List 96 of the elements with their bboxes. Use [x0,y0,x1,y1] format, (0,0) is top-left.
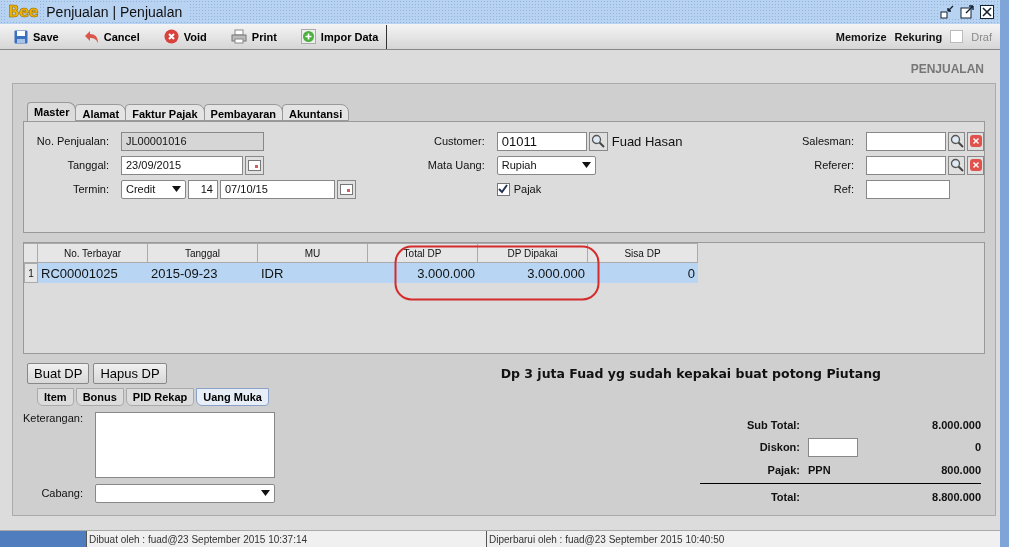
draft-label: Draf [971,30,992,43]
annotation-note: Dp 3 juta Fuad yg sudah kepakai buat potong Piutang [500,366,881,381]
column-header: DP Dipakai [478,243,588,263]
tab[interactable]: Akuntansi [282,104,350,121]
restore-window-icon[interactable] [940,5,954,19]
field-label: Tanggal: [66,159,110,171]
column-header: No. Terbayar [38,243,148,263]
table-cell: IDR [258,263,368,283]
total-value: 0 [973,441,981,454]
field-label: Keterangan: [23,412,84,424]
total-label: Diskon: [758,441,800,454]
toolbar-button[interactable]: Void [157,25,213,48]
field-label: No. Penjualan: [35,135,110,147]
date-field[interactable]: 23/09/2015 [121,155,243,175]
tax-code: PPN [808,464,832,476]
currency-dropdown[interactable]: Rupiah [496,155,596,175]
table-cell: RC00001025 [38,263,148,283]
calendar-icon [248,159,261,171]
notes-field[interactable] [95,412,275,478]
column-header: Tanggal [148,243,258,263]
total-label: Total: [769,491,800,504]
search-icon [591,134,606,148]
total-value: 8.000.000 [931,418,981,431]
search-icon [949,134,964,148]
clear-button[interactable] [967,155,984,175]
search-button[interactable] [948,131,966,151]
search-icon [949,158,964,172]
tab[interactable]: Uang Muka [196,388,269,406]
field-label: Salesman: [801,135,855,147]
tab[interactable]: Faktur Pajak [125,104,205,121]
tab[interactable]: Item [37,388,74,406]
customer-code-field[interactable]: 01011 [496,131,587,151]
cancel-circle-icon [163,29,179,44]
days-field[interactable]: 14 [188,179,218,199]
close-icon[interactable] [980,5,994,19]
total-label: Sub Total: [746,418,800,431]
toolbar-button[interactable]: Print [224,25,283,48]
clear-button[interactable] [967,131,984,151]
ref-field[interactable] [866,179,950,199]
window-title: Penjualan | Penjualan [46,4,191,20]
clear-icon [968,134,983,148]
dp-button[interactable]: Buat DP [27,363,90,384]
customer-name: Fuad Hasan [611,133,683,149]
toolbar-button[interactable]: Save [8,25,65,48]
salesman-field[interactable] [866,131,947,151]
app-logo: Bee [6,3,41,21]
discount-field[interactable] [808,437,858,457]
due-date-field[interactable]: 07/10/15 [220,179,335,199]
table-cell: 3.000.000 [478,263,588,283]
field-label: Mata Uang: [426,159,486,171]
tab[interactable]: Master [27,102,77,121]
toolbar-link[interactable]: Rekuring [894,30,943,43]
column-header: Total DP [368,243,478,263]
caret-icon [172,186,181,192]
referer-field[interactable] [866,155,947,175]
total-label: Pajak: [766,464,800,476]
column-header: Sisa DP [588,243,698,263]
tax-checkbox[interactable] [496,182,510,196]
total-value: 8.800.000 [931,491,981,504]
row-number: 1 [24,263,38,283]
tab[interactable]: Pembayaran [203,104,283,121]
dp-button[interactable]: Hapus DP [93,363,167,384]
tab[interactable]: Bonus [75,388,124,406]
caret-icon [581,162,591,168]
printer-icon [230,29,247,44]
status-text: Dibuat oleh : fuad@23 September 2015 10:37:14 [86,531,486,547]
field-label: Ref: [832,183,855,195]
field-label: Customer: [432,135,486,147]
field-label: Cabang: [40,487,84,499]
checkbox-label: Pajak [513,183,542,195]
section-title: PENJUALAN [910,62,984,76]
field-label: Termin: [71,183,110,195]
sales-number-field[interactable]: JL00001016 [121,131,264,151]
branch-dropdown[interactable] [95,483,275,503]
field-label: Referer: [813,159,855,171]
calendar-icon [340,183,353,195]
status-text: Diperbarui oleh : fuad@23 September 2015 10:40:50 [486,531,1000,547]
tab[interactable]: Alamat [75,104,127,121]
table-cell: 3.000.000 [368,263,478,283]
toolbar-button[interactable]: Cancel [76,25,146,48]
total-value: 800.000 [940,464,981,476]
toolbar-button[interactable]: Impor Data [294,25,385,48]
search-button[interactable] [948,155,966,175]
plus-circle-icon [300,29,316,44]
clear-icon [968,158,983,172]
search-button[interactable] [588,131,608,151]
toolbar-link[interactable]: Memorize [835,30,887,43]
date-picker-button[interactable] [245,155,264,175]
date-picker-button[interactable] [337,179,356,199]
caret-icon [261,490,270,496]
term-dropdown[interactable]: Credit [121,179,186,199]
tab[interactable]: PID Rekap [125,388,195,406]
maximize-window-icon[interactable] [960,5,974,19]
column-header: MU [258,243,368,263]
table-cell: 0 [588,263,698,283]
table-cell: 2015-09-23 [148,263,258,283]
